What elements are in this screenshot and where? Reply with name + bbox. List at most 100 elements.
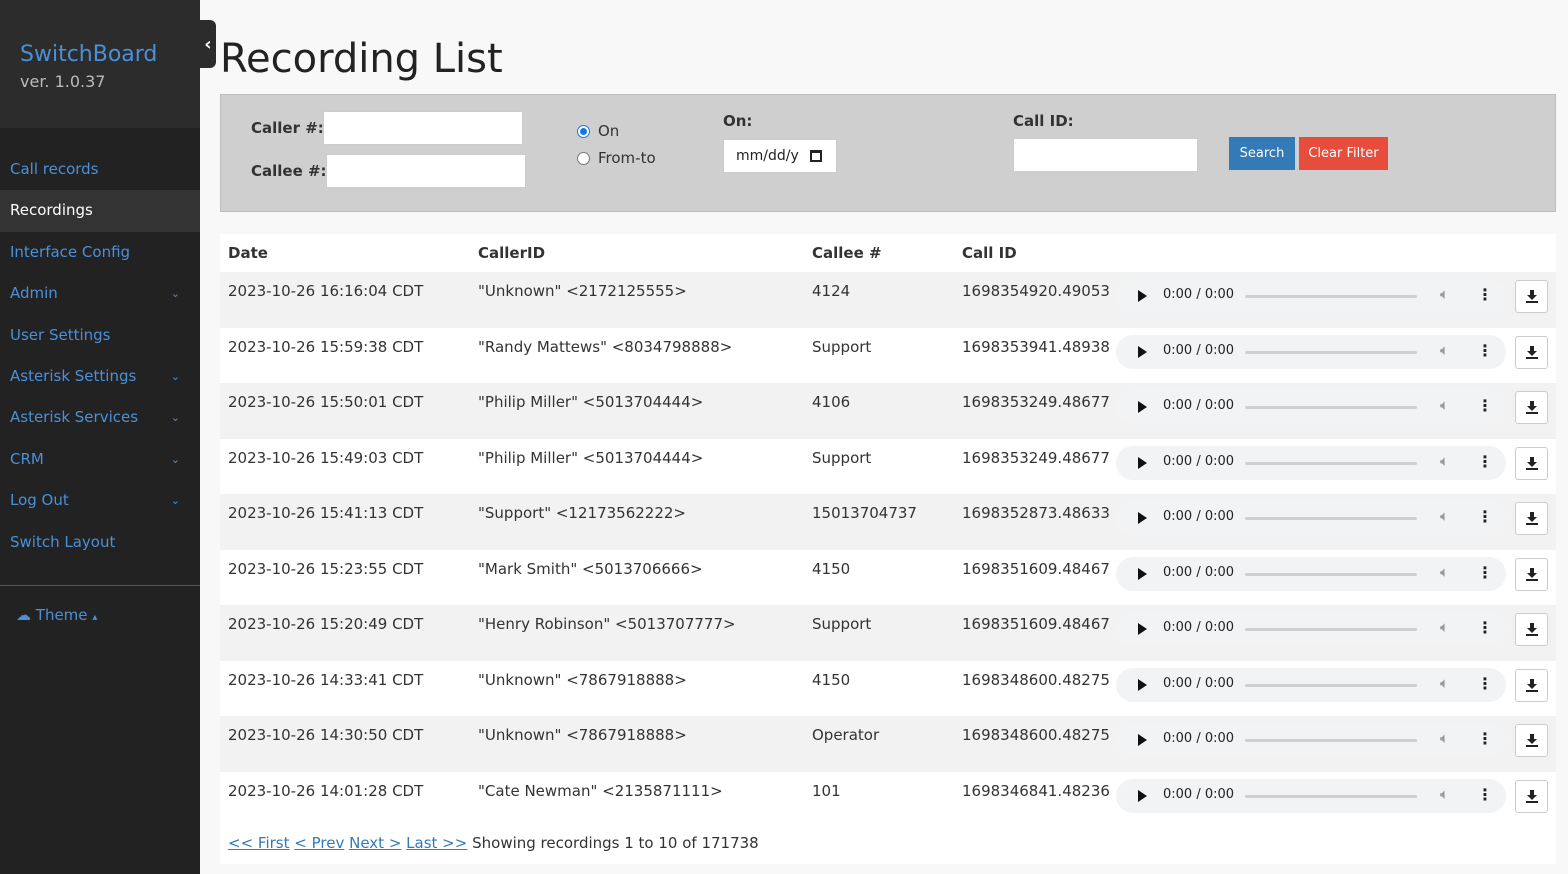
on-date-label: On: [723, 112, 753, 130]
more-options-icon[interactable]: ⋮ [1477, 618, 1493, 637]
prev-page-link[interactable]: < Prev [294, 834, 344, 852]
clear-filter-button[interactable]: Clear Filter [1299, 137, 1388, 170]
sidebar-collapse-button[interactable]: ‹ [200, 20, 216, 68]
sidebar-item-crm[interactable]: CRM ⌄ [0, 439, 200, 480]
play-icon[interactable] [1138, 456, 1147, 469]
chevron-down-icon: ⌄ [170, 452, 180, 466]
cell-callee: Support [812, 615, 872, 633]
sidebar-item-asterisk-settings[interactable]: Asterisk Settings ⌄ [0, 356, 200, 397]
cell-callee: 4150 [812, 559, 851, 578]
table-body: 2023-10-26 16:16:04 CDT "Unknown" <217212… [220, 272, 1556, 827]
download-button[interactable] [1515, 502, 1548, 535]
volume-icon[interactable]: 🔈︎ [1440, 563, 1449, 581]
callid-input[interactable] [1013, 138, 1198, 172]
cell-callid: 1698353249.48677 [962, 448, 1110, 467]
cell-callee: Operator [812, 726, 880, 744]
table-row: 2023-10-26 14:30:50 CDT "Unknown" <786791… [220, 716, 1556, 772]
more-options-icon[interactable]: ⋮ [1477, 563, 1493, 582]
sidebar-item-call-records[interactable]: Call records [0, 149, 200, 190]
player-time: 0:00 / 0:00 [1163, 398, 1235, 413]
more-options-icon[interactable]: ⋮ [1477, 507, 1493, 526]
sidebar-item-recordings[interactable]: Recordings [0, 190, 200, 232]
play-icon[interactable] [1138, 290, 1147, 302]
search-button[interactable]: Search [1229, 137, 1295, 170]
seek-slider[interactable] [1245, 461, 1417, 465]
play-icon[interactable] [1138, 623, 1147, 635]
volume-icon[interactable]: 🔈︎ [1440, 285, 1449, 303]
volume-icon[interactable]: 🔈︎ [1440, 618, 1449, 636]
callee-input[interactable] [326, 154, 526, 188]
date-placeholder: mm/dd/y [736, 148, 799, 164]
more-options-icon[interactable]: ⋮ [1477, 396, 1493, 415]
more-options-icon[interactable]: ⋮ [1477, 785, 1493, 804]
cell-callid: 1698351609.48467 [962, 615, 1110, 633]
download-button[interactable] [1515, 779, 1548, 813]
sidebar-item-asterisk-services[interactable]: Asterisk Services ⌄ [0, 397, 200, 438]
caret-up-icon: ▴ [92, 611, 98, 623]
download-button[interactable] [1515, 613, 1548, 646]
sidebar-item-label: Call records [10, 160, 99, 178]
seek-slider[interactable] [1245, 350, 1417, 354]
volume-icon[interactable]: 🔈︎ [1440, 674, 1449, 692]
sidebar-item-log-out[interactable]: Log Out ⌄ [0, 480, 200, 521]
last-page-link[interactable]: Last >> [406, 834, 467, 852]
sidebar-item-label: Interface Config [10, 242, 131, 261]
on-date-input[interactable]: mm/dd/y [723, 139, 837, 173]
download-button[interactable] [1515, 391, 1548, 424]
more-options-icon[interactable]: ⋮ [1477, 285, 1493, 304]
play-icon[interactable] [1138, 512, 1147, 524]
more-options-icon[interactable]: ⋮ [1477, 341, 1493, 360]
volume-icon[interactable]: 🔈︎ [1440, 396, 1449, 414]
sidebar-item-admin[interactable]: Admin ⌄ [0, 273, 200, 314]
seek-slider[interactable] [1245, 683, 1417, 687]
seek-slider[interactable] [1245, 628, 1417, 631]
cell-callee: 15013704737 [812, 504, 917, 522]
download-button[interactable] [1515, 668, 1548, 702]
volume-icon[interactable]: 🔈︎ [1440, 785, 1449, 803]
download-button[interactable] [1515, 335, 1548, 369]
volume-icon[interactable]: 🔈︎ [1440, 341, 1449, 359]
seek-slider[interactable] [1245, 517, 1417, 520]
calendar-icon[interactable] [810, 150, 822, 162]
volume-icon[interactable]: 🔈︎ [1440, 729, 1449, 747]
sidebar-item-user-settings[interactable]: User Settings [0, 315, 200, 356]
chevron-down-icon: ⌄ [170, 494, 180, 508]
download-button[interactable] [1515, 280, 1548, 313]
play-icon[interactable] [1138, 401, 1147, 413]
sidebar-item-interface-config[interactable]: Interface Config [0, 232, 200, 273]
play-icon[interactable] [1138, 567, 1147, 580]
play-icon[interactable] [1138, 345, 1147, 358]
play-icon[interactable] [1138, 734, 1147, 746]
theme-menu[interactable]: ☁ Theme ▴ [0, 606, 200, 624]
column-header-date: Date [228, 244, 268, 262]
seek-slider[interactable] [1245, 794, 1417, 798]
seek-slider[interactable] [1245, 572, 1417, 576]
caller-input[interactable] [323, 111, 523, 145]
seek-slider[interactable] [1245, 739, 1417, 742]
more-options-icon[interactable]: ⋮ [1477, 729, 1493, 748]
radio-from-to[interactable] [577, 151, 590, 165]
play-icon[interactable] [1138, 789, 1147, 802]
seek-slider[interactable] [1245, 406, 1417, 409]
download-button[interactable] [1515, 557, 1548, 591]
more-options-icon[interactable]: ⋮ [1477, 674, 1493, 693]
play-icon[interactable] [1138, 678, 1147, 691]
radio-on[interactable] [577, 124, 590, 138]
radio-on-option[interactable]: On [577, 122, 619, 140]
cell-callee: 4124 [812, 282, 851, 300]
sidebar-item-switch-layout[interactable]: Switch Layout [0, 522, 200, 563]
next-page-link[interactable]: Next > [349, 834, 401, 852]
volume-icon[interactable]: 🔈︎ [1440, 452, 1449, 470]
radio-from-to-option[interactable]: From-to [577, 149, 656, 167]
audio-player: 0:00 / 0:00 🔈︎ ⋮ [1116, 723, 1506, 757]
volume-icon[interactable]: 🔈︎ [1440, 507, 1449, 525]
seek-slider[interactable] [1245, 295, 1417, 298]
download-button[interactable] [1515, 724, 1548, 757]
cell-callerid: "Philip Miller" <5013704444> [478, 448, 704, 467]
sidebar-item-label: Recordings [10, 201, 93, 220]
brand-title[interactable]: SwitchBoard [20, 40, 200, 70]
first-page-link[interactable]: << First [228, 834, 289, 852]
download-button[interactable] [1515, 446, 1548, 480]
more-options-icon[interactable]: ⋮ [1477, 452, 1493, 471]
radio-on-label: On [598, 122, 620, 140]
